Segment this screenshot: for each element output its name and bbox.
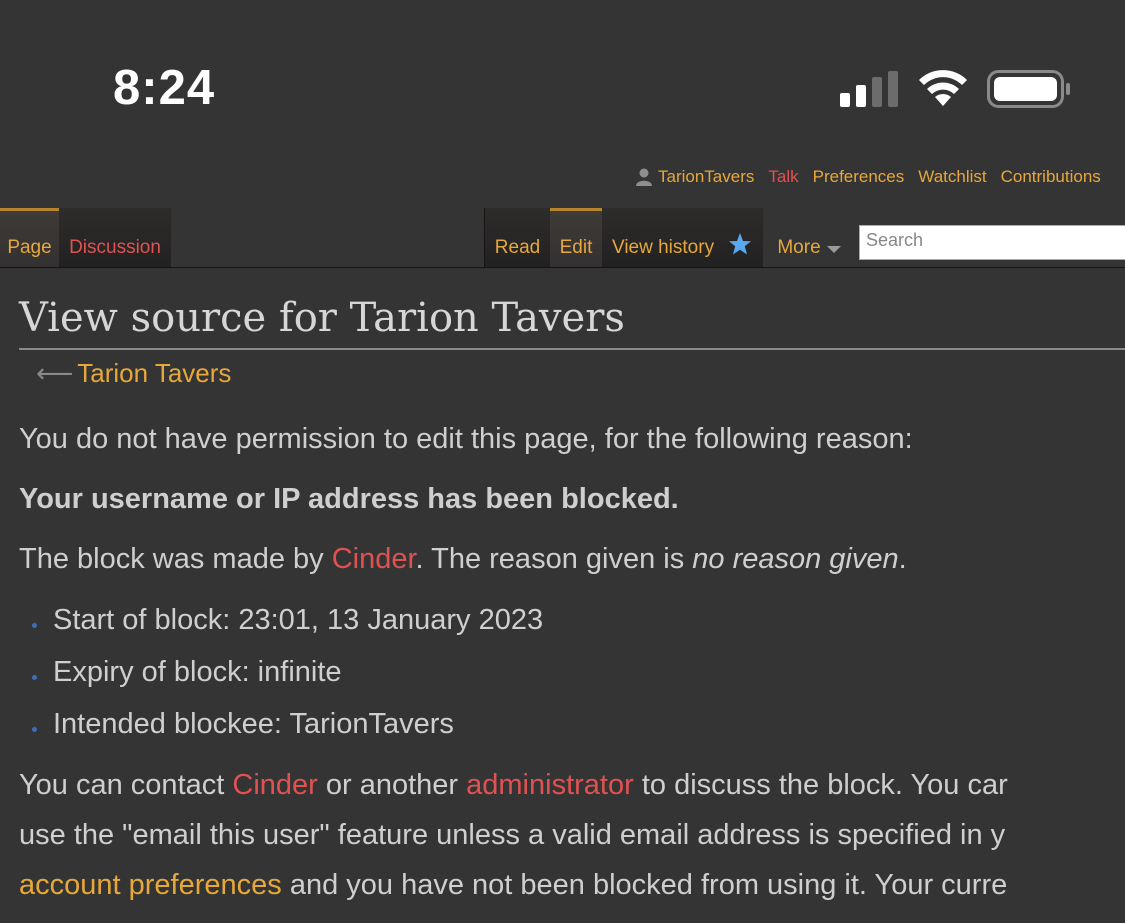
tab-discussion[interactable]: Discussion bbox=[59, 208, 171, 268]
back-link-label: Tarion Tavers bbox=[77, 358, 232, 388]
list-item: Start of block: 23:01, 13 January 2023 bbox=[32, 604, 543, 637]
search-input[interactable]: Search bbox=[859, 225, 1125, 260]
user-icon bbox=[636, 168, 652, 186]
blocking-admin-link[interactable]: Cinder bbox=[332, 543, 416, 575]
status-time: 8:24 bbox=[113, 61, 216, 115]
bullet-dot bbox=[32, 727, 37, 732]
account-preferences-link[interactable]: account preferences bbox=[19, 869, 282, 901]
contact-line-3: account preferences and you have not bee… bbox=[19, 869, 1007, 902]
block-suffix: . bbox=[898, 543, 907, 575]
watch-star-icon[interactable] bbox=[728, 232, 752, 256]
bullet-dot bbox=[32, 675, 37, 680]
contributions-link[interactable]: Contributions bbox=[1001, 167, 1101, 187]
contact-line-2: use the "email this user" feature unless… bbox=[19, 819, 1006, 851]
detail-start: Start of block: 23:01, 13 January 2023 bbox=[53, 604, 544, 636]
contact-line-1: You can contact Cinder or another admini… bbox=[19, 769, 1008, 802]
tab-divider bbox=[0, 267, 1125, 268]
detail-expiry: Expiry of block: infinite bbox=[53, 656, 342, 688]
list-item: Intended blockee: TarionTavers bbox=[32, 708, 454, 741]
battery-icon bbox=[987, 70, 1070, 108]
permission-text: You do not have permission to edit this … bbox=[19, 423, 913, 455]
tab-page[interactable]: Page bbox=[0, 208, 59, 268]
username-link[interactable]: TarionTavers bbox=[658, 167, 754, 187]
contact-text-c: to discuss the block. You car bbox=[633, 769, 1008, 801]
tab-edit[interactable]: Edit bbox=[550, 208, 602, 268]
watchlist-link[interactable]: Watchlist bbox=[918, 167, 986, 187]
block-prefix: The block was made by bbox=[19, 543, 332, 575]
detail-blockee: Intended blockee: TarionTavers bbox=[53, 708, 454, 740]
tab-read[interactable]: Read bbox=[484, 208, 550, 268]
tab-view-history[interactable]: View history bbox=[602, 208, 763, 268]
view-history-label: View history bbox=[612, 237, 715, 258]
left-arrow-icon: ⟵ bbox=[36, 358, 74, 388]
block-reason: no reason given bbox=[692, 543, 899, 575]
chevron-down-icon bbox=[826, 246, 841, 253]
block-middle: . The reason given is bbox=[415, 543, 693, 575]
cellular-signal-icon bbox=[840, 71, 898, 107]
administrator-link[interactable]: administrator bbox=[466, 769, 634, 801]
contact-text-b: or another bbox=[317, 769, 467, 801]
more-menu[interactable]: More bbox=[763, 208, 855, 268]
contact-text-d: and you have not been blocked from using… bbox=[281, 869, 1008, 901]
contact-cinder-link[interactable]: Cinder bbox=[232, 769, 317, 801]
block-info: The block was made by Cinder. The reason… bbox=[19, 543, 907, 576]
page-title: View source for Tarion Tavers bbox=[19, 292, 1125, 350]
back-link[interactable]: ⟵ Tarion Tavers bbox=[36, 358, 231, 389]
personal-tools: TarionTavers Talk Preferences Watchlist … bbox=[636, 166, 1115, 188]
list-item: Expiry of block: infinite bbox=[32, 656, 342, 689]
wifi-icon bbox=[919, 70, 967, 106]
bullet-dot bbox=[32, 623, 37, 628]
more-label: More bbox=[777, 237, 821, 258]
contact-text-a: You can contact bbox=[19, 769, 233, 801]
blocked-text: Your username or IP address has been blo… bbox=[19, 483, 679, 515]
preferences-link[interactable]: Preferences bbox=[813, 167, 905, 187]
talk-link[interactable]: Talk bbox=[768, 167, 798, 187]
